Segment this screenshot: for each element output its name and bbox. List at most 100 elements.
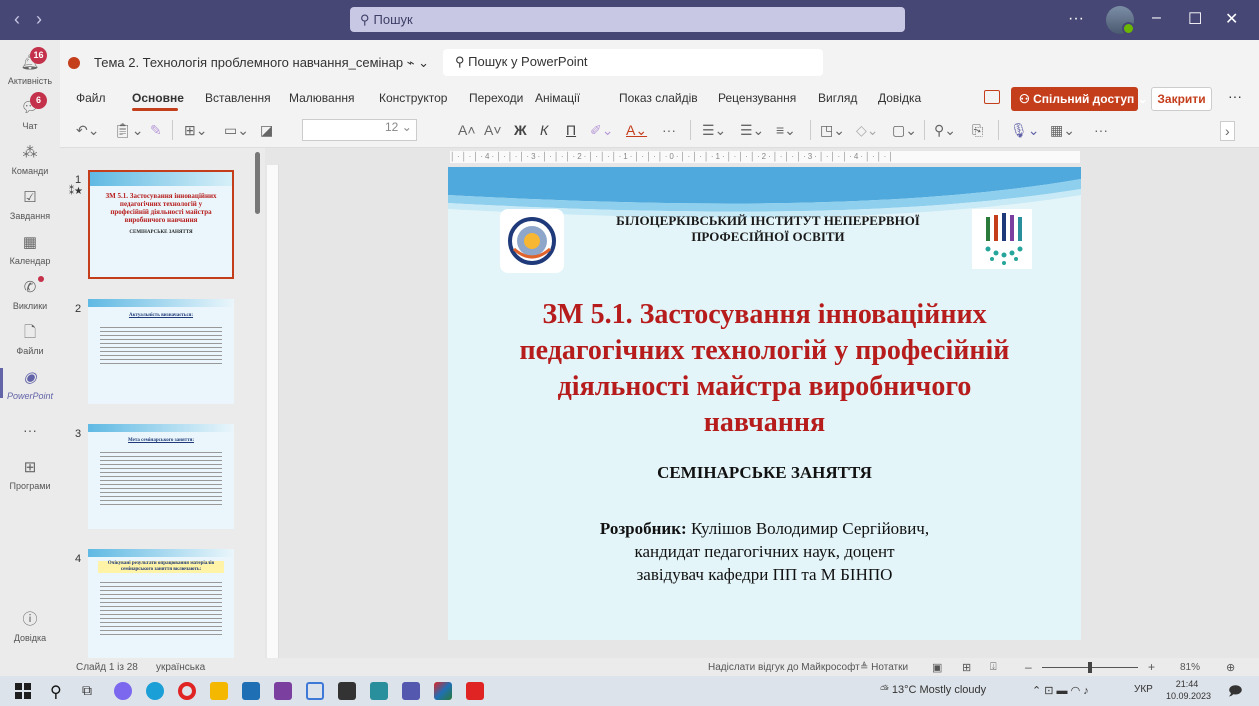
app-icon[interactable] (434, 682, 452, 700)
more-options-button[interactable]: ··· (1068, 10, 1084, 28)
outline-icon[interactable]: ▢⌄ (892, 121, 917, 139)
rail-item-chat[interactable]: 💬︎ Чат 6 (0, 92, 60, 131)
tab-help[interactable]: Довідка (878, 91, 921, 105)
notifications-icon[interactable]: 🗩 (1228, 682, 1242, 704)
rail-item-files[interactable]: 🗋 Файли (0, 323, 60, 356)
weather-widget[interactable]: ⛅︎ 13°C Mostly cloudy (880, 684, 986, 697)
zoom-slider-track[interactable] (1042, 662, 1138, 673)
slide-editor[interactable]: БІЛОЦЕРКІВСЬКИЙ ІНСТИТУТ НЕПЕРЕРВНОЇ ПРО… (448, 167, 1081, 640)
back-icon[interactable]: ‹ (14, 10, 20, 28)
toolbar-more-icon[interactable]: ··· (1094, 121, 1108, 139)
close-document-button[interactable]: Закрити (1151, 87, 1212, 111)
italic-button[interactable]: К (540, 121, 548, 139)
maximize-button[interactable]: ☐ (1188, 9, 1202, 29)
shapes-icon[interactable]: ◳⌄ (820, 121, 845, 139)
tab-animations[interactable]: Анімації (535, 91, 580, 105)
comment-icon[interactable] (984, 90, 1000, 104)
increase-font-icon[interactable]: A˄ (458, 121, 476, 139)
underline-button[interactable]: П (566, 121, 576, 139)
explorer-icon[interactable] (210, 682, 228, 700)
undo-icon[interactable]: ↶⌄ (76, 121, 99, 139)
search-icon[interactable]: ⚲ (50, 682, 68, 701)
highlight-icon[interactable]: ✐⌄ (590, 121, 613, 139)
notes-app-icon[interactable] (338, 682, 356, 700)
minimize-button[interactable]: – (1152, 9, 1161, 27)
zoom-in-button[interactable]: + (1148, 660, 1155, 674)
tab-draw[interactable]: Малювання (289, 91, 354, 105)
teams-chat-icon[interactable] (114, 682, 132, 700)
sorter-view-icon[interactable]: ⊞ (962, 661, 971, 674)
rail-item-apps[interactable]: ⊞ Програми (0, 458, 60, 491)
layout-icon[interactable]: ▭⌄ (224, 121, 249, 139)
slide-thumbnail-2[interactable]: Актуальність визначається: (88, 299, 234, 404)
zoom-slider-thumb[interactable] (1088, 662, 1092, 673)
notes-button[interactable]: ≜ Нотатки (860, 662, 908, 673)
photos-icon[interactable] (370, 682, 388, 700)
rail-item-powerpoint[interactable]: ◉ PowerPoint (0, 368, 60, 401)
media-player-icon[interactable] (306, 682, 324, 700)
zoom-out-button[interactable]: – (1025, 660, 1032, 674)
reading-view-icon[interactable]: ⍗ (990, 661, 997, 674)
language-status[interactable]: українська (156, 662, 205, 673)
select-icon[interactable]: ⎘ (972, 121, 983, 139)
tab-file[interactable]: Файл (76, 91, 106, 105)
bullets-icon[interactable]: ☰⌄ (702, 121, 726, 139)
dictate-icon[interactable]: 🎙︎⌄ (1010, 121, 1040, 139)
rail-item-calendar[interactable]: ▦ Календар (0, 233, 60, 266)
ribbon-more-button[interactable]: ··· (1228, 88, 1242, 104)
find-icon[interactable]: ⚲⌄ (934, 121, 956, 139)
more-font-icon[interactable]: ··· (662, 121, 676, 139)
avatar[interactable] (1106, 6, 1135, 35)
feedback-link[interactable]: Надіслати відгук до Майкрософт (708, 662, 860, 673)
tab-home[interactable]: Основне (132, 91, 184, 105)
zoom-level[interactable]: 81% (1180, 662, 1200, 673)
paste-icon[interactable]: 📋︎⌄ (114, 121, 144, 139)
new-slide-icon[interactable]: ⊞⌄ (184, 121, 207, 139)
fill-icon[interactable]: ◇⌄ (856, 121, 879, 139)
normal-view-icon[interactable]: ▣ (932, 661, 942, 674)
forward-icon[interactable]: › (36, 10, 42, 28)
bold-button[interactable]: Ж (514, 121, 527, 139)
teams-search-input[interactable]: ⚲ Пошук (350, 7, 905, 32)
slide-subtitle[interactable]: СЕМІНАРСЬКЕ ЗАНЯТТЯ (448, 463, 1081, 483)
task-view-icon[interactable]: ⧉ (82, 682, 100, 700)
tab-slideshow[interactable]: Показ слайдів (619, 91, 698, 105)
slide-title[interactable]: ЗМ 5.1. Застосування інноваційних педаго… (508, 297, 1021, 441)
font-color-icon[interactable]: A⌄ (626, 121, 647, 139)
document-title[interactable]: Тема 2. Технологія проблемного навчання_… (94, 55, 429, 71)
format-painter-icon[interactable]: ✎ (150, 121, 162, 139)
tray-icons[interactable]: ⌃ ⊡ ▬ ◠ ♪ (1032, 684, 1089, 697)
store-icon[interactable] (242, 682, 260, 700)
teams-icon[interactable] (402, 682, 420, 700)
opera-icon[interactable] (178, 682, 196, 700)
close-window-button[interactable]: ✕ (1225, 9, 1238, 29)
acrobat-icon[interactable] (466, 682, 484, 700)
input-language[interactable]: УКР (1134, 684, 1153, 695)
more-apps-button[interactable]: ··· (0, 422, 60, 438)
tab-transitions[interactable]: Переходи (469, 91, 523, 105)
rail-item-activity[interactable]: 🔔︎ Активність 16 (0, 47, 60, 86)
fit-slide-icon[interactable]: ⊕ (1226, 661, 1235, 674)
decrease-font-icon[interactable]: A˅ (484, 121, 502, 139)
numbering-icon[interactable]: ☰⌄ (740, 121, 764, 139)
rail-item-teams[interactable]: ⁂ Команди (0, 143, 60, 176)
clock[interactable]: 21:44 10.09.2023 (1166, 678, 1211, 702)
windows-start-icon[interactable] (14, 682, 32, 700)
rail-item-help[interactable]: ⓘ Довідка (0, 610, 60, 643)
edge-icon[interactable] (146, 682, 164, 700)
designer-icon[interactable]: ▦⌄ (1050, 121, 1075, 139)
rail-item-calls[interactable]: ✆ Виклики (0, 276, 60, 311)
thumbnail-scrollbar[interactable] (255, 152, 260, 214)
tab-insert[interactable]: Вставлення (205, 91, 271, 105)
ribbon-expand-button[interactable]: › (1220, 121, 1235, 141)
tab-design[interactable]: Конструктор (379, 91, 447, 105)
slide-thumbnail-1[interactable]: ЗМ 5.1. Застосування інноваційних педаго… (88, 170, 234, 279)
author-block[interactable]: Розробник: Кулішов Володимир Сергійович,… (488, 517, 1041, 586)
align-icon[interactable]: ≡⌄ (776, 121, 796, 139)
share-button[interactable]: ⚇ Спільний доступ ⌄ (1011, 87, 1148, 111)
tab-review[interactable]: Рецензування (718, 91, 796, 105)
tab-view[interactable]: Вигляд (818, 91, 857, 105)
powerpoint-search-input[interactable]: ⚲ Пошук у PowerPoint (443, 49, 823, 76)
shape-icon[interactable]: ◪ (260, 121, 273, 139)
rail-item-tasks[interactable]: ☑ Завдання (0, 188, 60, 221)
